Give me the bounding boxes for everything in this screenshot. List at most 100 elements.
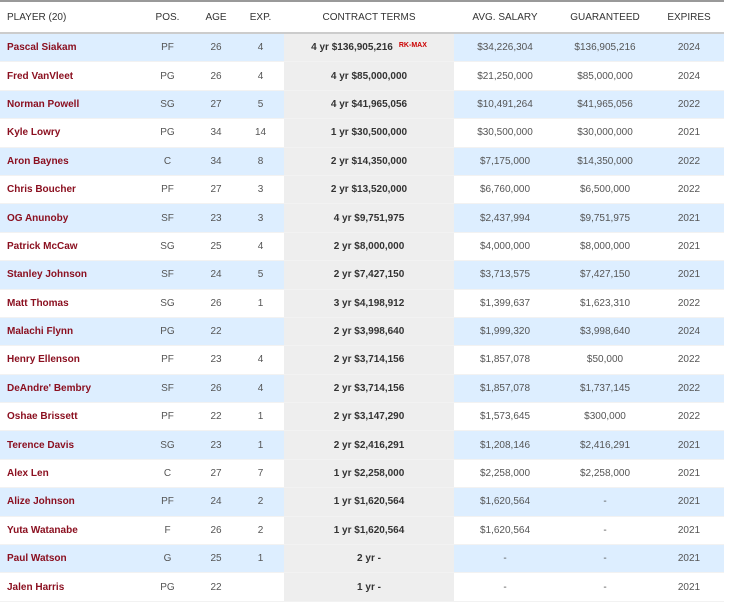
player-name-link-text[interactable]: Jalen Harris [7,582,64,593]
player-name-link-text[interactable]: Malachi Flynn [7,326,73,337]
player-name-link-text[interactable]: Kyle Lowry [7,127,60,138]
player-name-link[interactable]: Patrick McCaw [0,232,140,262]
player-name-link[interactable]: Kyle Lowry [0,118,140,148]
header-avg-salary[interactable]: AVG. SALARY [454,2,556,34]
player-name-link-text[interactable]: Chris Boucher [7,184,76,195]
age-cell-text: 22 [210,581,222,593]
expires-cell-text: 2022 [677,297,701,309]
experience-cell: 4 [237,33,284,63]
avg-salary-cell: $1,620,564 [454,487,556,517]
player-name-link-text[interactable]: Pascal Siakam [7,42,77,53]
player-name-link-text[interactable]: Paul Watson [7,553,67,564]
player-name-link[interactable]: Chris Boucher [0,175,140,205]
position-cell: SF [140,203,195,233]
header-guaranteed[interactable]: GUARANTEED [556,2,654,34]
header-contract[interactable]: CONTRACT TERMS [284,2,454,34]
guaranteed-cell: - [556,544,654,574]
player-name-link[interactable]: Stanley Johnson [0,260,140,290]
expires-cell: 2021 [654,487,724,517]
avg-salary-cell: $2,258,000 [454,459,556,489]
player-name-link[interactable]: DeAndre' Bembry [0,374,140,404]
contract-terms-cell-text: 2 yr $8,000,000 [333,240,405,252]
player-name-link[interactable]: Malachi Flynn [0,317,140,347]
position-cell-text: PG [160,70,175,82]
table-row: Jalen Harris PG 22 1 yr - - - 2021 [0,572,724,602]
position-cell: PG [140,118,195,148]
position-cell-text: SG [160,439,175,451]
expires-cell-text: 2022 [677,155,701,167]
player-name-link[interactable]: Oshae Brissett [0,402,140,432]
player-name-link[interactable]: Henry Ellenson [0,345,140,375]
table-row: Norman Powell SG 27 5 4 yr $41,965,056 $10,49… [0,90,724,120]
header-player[interactable]: PLAYER (20) [0,2,140,34]
avg-salary-cell-text: $3,713,575 [479,269,531,281]
contract-terms-cell: 4 yr $9,751,975 [284,203,454,233]
player-name-link[interactable]: Terence Davis [0,430,140,460]
avg-salary-cell-text: - [503,581,507,593]
experience-cell: 4 [237,374,284,404]
age-cell: 24 [195,260,237,290]
age-cell: 26 [195,61,237,91]
player-name-link-text[interactable]: DeAndre' Bembry [7,383,91,394]
position-cell: SF [140,260,195,290]
player-name-link-text[interactable]: OG Anunoby [7,213,68,224]
guaranteed-cell: - [556,487,654,517]
player-name-link-text[interactable]: Norman Powell [7,99,79,110]
guaranteed-cell: $6,500,000 [556,175,654,205]
avg-salary-cell: - [454,544,556,574]
experience-cell: 4 [237,345,284,375]
header-pos[interactable]: POS. [140,2,195,34]
experience-cell-text: 3 [257,184,264,196]
age-cell-text: 23 [210,354,222,366]
header-age[interactable]: AGE [195,2,237,34]
player-name-link-text[interactable]: Oshae Brissett [7,411,78,422]
position-cell: PF [140,175,195,205]
guaranteed-cell-text: $30,000,000 [577,127,633,139]
avg-salary-cell: $1,857,078 [454,345,556,375]
player-name-link[interactable]: Jalen Harris [0,572,140,602]
header-exp[interactable]: EXP. [237,2,284,34]
player-name-link-text[interactable]: Terence Davis [7,440,74,451]
player-name-link[interactable]: Paul Watson [0,544,140,574]
avg-salary-cell-text: $10,491,264 [477,98,533,110]
guaranteed-cell: $50,000 [556,345,654,375]
player-name-link-text[interactable]: Yuta Watanabe [7,525,78,536]
avg-salary-cell: $1,620,564 [454,516,556,546]
experience-cell: 4 [237,232,284,262]
position-cell: PF [140,33,195,63]
guaranteed-cell: $8,000,000 [556,232,654,262]
position-cell-text: PG [160,127,175,139]
contract-terms-cell-text: 2 yr $13,520,000 [330,184,408,196]
player-name-link-text[interactable]: Alize Johnson [7,496,75,507]
player-name-link-text[interactable]: Patrick McCaw [7,241,78,252]
player-name-link[interactable]: Matt Thomas [0,289,140,318]
player-name-link[interactable]: Norman Powell [0,90,140,120]
age-cell: 26 [195,516,237,546]
expires-cell: 2021 [654,430,724,460]
player-name-link-text[interactable]: Aron Baynes [7,156,69,167]
guaranteed-cell: $1,737,145 [556,374,654,404]
position-cell-text: SF [161,382,174,394]
avg-salary-cell: $10,491,264 [454,90,556,120]
age-cell-text: 23 [210,439,222,451]
player-name-link[interactable]: Aron Baynes [0,147,140,176]
header-expires[interactable]: EXPIRES [654,2,724,34]
player-name-link[interactable]: Pascal Siakam [0,33,140,63]
experience-cell-text: 2 [257,524,264,536]
player-name-link-text[interactable]: Stanley Johnson [7,269,87,280]
player-name-link-text[interactable]: Matt Thomas [7,298,69,309]
player-name-link-text[interactable]: Alex Len [7,468,49,479]
player-name-link-text[interactable]: Henry Ellenson [7,354,80,365]
player-name-link[interactable]: Alize Johnson [0,487,140,517]
player-name-link-text[interactable]: Fred VanVleet [7,71,73,82]
table-row: Terence Davis SG 23 1 2 yr $2,416,291 $1,208,… [0,430,724,460]
age-cell-text: 24 [210,269,222,281]
player-name-link[interactable]: Yuta Watanabe [0,516,140,546]
player-name-link[interactable]: Fred VanVleet [0,61,140,91]
contract-terms-cell: 1 yr $2,258,000 [284,459,454,489]
guaranteed-cell: $14,350,000 [556,147,654,176]
avg-salary-cell-text: - [503,553,507,565]
player-name-link[interactable]: OG Anunoby [0,203,140,233]
contract-terms-cell: 2 yr $3,714,156 [284,345,454,375]
player-name-link[interactable]: Alex Len [0,459,140,489]
